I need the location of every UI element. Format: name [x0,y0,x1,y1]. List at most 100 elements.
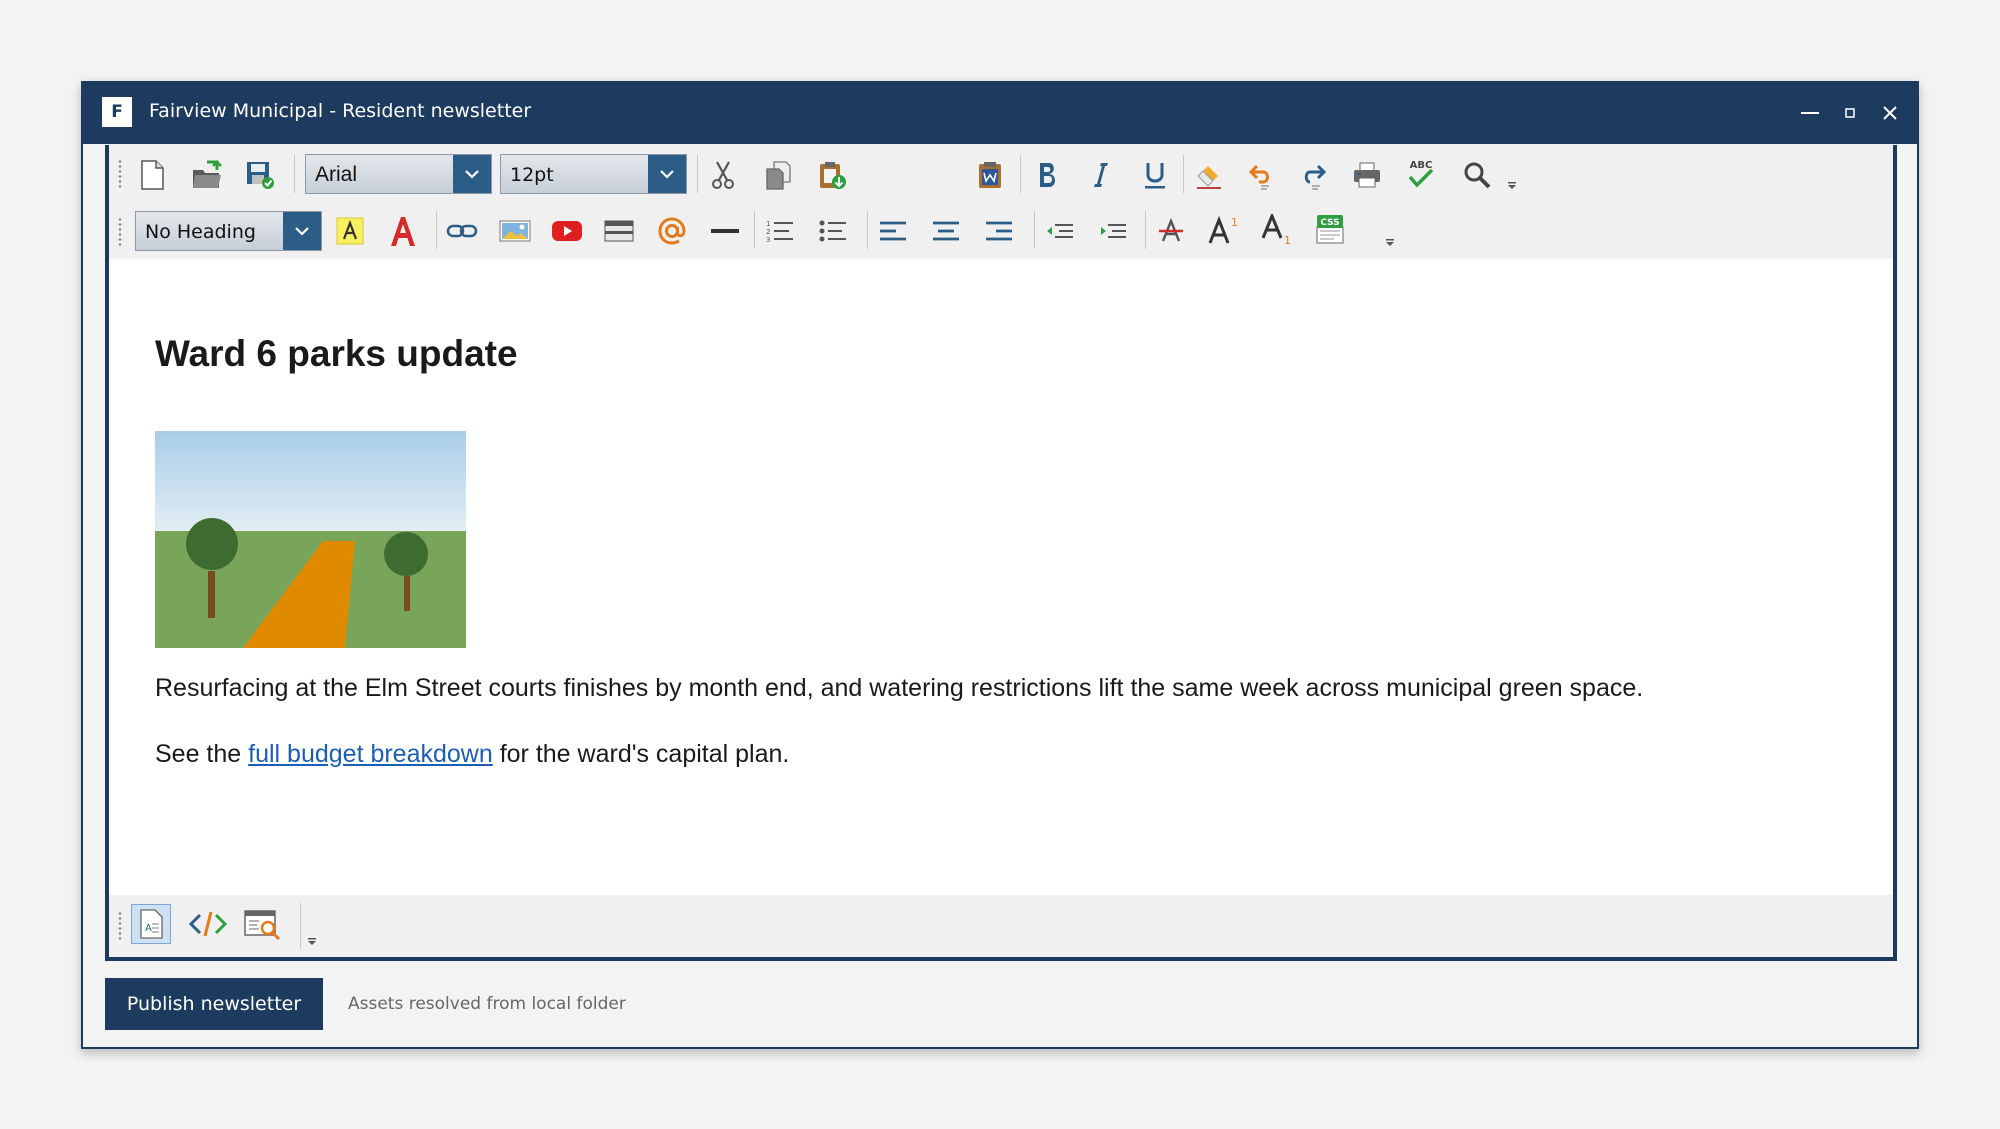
document-heading: Ward 6 parks update [155,333,518,374]
publish-newsletter-button[interactable]: Publish newsletter [105,978,323,1030]
edit-css-button[interactable]: CSS [1312,211,1348,249]
insert-image-button[interactable] [497,214,533,248]
app-window: F Fairview Municipal - Resident newslett… [81,81,1919,1049]
insert-table-button[interactable] [601,214,637,248]
word-document-icon [979,162,1001,188]
budget-breakdown-link[interactable]: full budget breakdown [248,740,493,768]
print-button[interactable] [1350,158,1384,192]
close-icon [1883,106,1897,120]
align-center-button[interactable] [928,214,964,248]
scissors-icon [712,161,734,189]
find-button[interactable] [1460,158,1494,192]
strikethrough-button[interactable] [1153,214,1189,248]
toolbar-overflow-button[interactable] [1507,181,1517,194]
toolbar-separator [294,155,295,193]
css-label: CSS [1320,218,1339,228]
underline-icon [1145,163,1165,189]
spell-check-icon: ABC [1408,160,1434,188]
heading-value: No Heading [145,221,256,243]
subscript-button[interactable]: 1 [1258,212,1298,248]
maximize-button[interactable] [1830,97,1870,129]
overflow-chevron-icon [1508,182,1516,189]
preview-button[interactable] [242,904,284,944]
ordered-list-button[interactable]: 123 [762,214,798,248]
outdent-button[interactable] [1042,214,1078,248]
insert-link-button[interactable] [443,214,481,248]
save-icon [247,162,274,189]
close-button[interactable] [1870,97,1910,129]
html-editor: Arial 12pt ABC No Heading 1 2 3 1 1 CSS … [105,145,1897,961]
link-icon [446,224,478,238]
superscript-button[interactable]: 1 [1205,212,1245,248]
toolbar-grip[interactable] [117,217,123,247]
spell-check-label: ABC [1410,160,1433,171]
toolbar-overflow-button[interactable] [1385,238,1395,251]
font-size-select[interactable]: 12pt [500,154,687,194]
toolbar-separator [1034,211,1035,249]
at-sign-icon [658,217,686,245]
insert-email-button[interactable] [654,212,690,250]
save-button[interactable] [243,158,277,192]
bold-button[interactable] [1029,158,1067,192]
view-mode-bar: A [109,895,1893,957]
clear-formatting-button[interactable] [1192,158,1226,192]
toolbar-grip[interactable] [117,911,123,941]
bullet-list-icon [819,220,846,242]
heading-dropdown-button[interactable] [283,212,321,250]
font-family-dropdown-button[interactable] [453,155,491,193]
minimize-icon [1801,112,1819,114]
toolbar-overflow-button[interactable] [307,937,317,950]
align-left-icon [880,221,906,241]
paste-from-word-button[interactable] [973,158,1007,192]
window-title: Fairview Municipal - Resident newsletter [149,100,532,122]
font-family-value: Arial [315,163,358,186]
font-size-dropdown-button[interactable] [648,155,686,193]
svg-text:A: A [145,923,152,934]
superscript-icon: 1 [1208,215,1238,244]
font-color-button[interactable] [385,212,421,250]
subscript-mark: 1 [1284,234,1291,246]
italic-icon [1094,163,1108,187]
horizontal-rule-button[interactable] [707,214,743,248]
undo-button[interactable] [1244,158,1278,192]
align-right-button[interactable] [981,214,1017,248]
chevron-down-icon [660,170,674,179]
preview-icon [244,910,281,940]
paste-button[interactable] [815,158,849,192]
highlight-color-button[interactable] [333,214,367,248]
cut-button[interactable] [706,158,740,192]
highlight-icon [336,217,364,245]
video-icon [552,221,582,241]
editor-content[interactable]: Ward 6 parks update Resurfacing at the E… [109,259,1893,889]
unordered-list-button[interactable] [815,214,851,248]
font-family-select[interactable]: Arial [305,154,492,194]
maximize-icon [1845,108,1855,118]
insert-video-button[interactable] [549,214,585,248]
underline-button[interactable] [1138,158,1172,192]
italic-button[interactable] [1084,158,1118,192]
chevron-down-icon [295,227,309,236]
minimize-button[interactable] [1790,97,1830,129]
svg-text:1: 1 [766,220,770,228]
design-view-button[interactable]: A [131,904,171,944]
open-button[interactable] [190,158,224,192]
subscript-icon: 1 [1261,214,1291,246]
spell-check-button[interactable]: ABC [1403,156,1439,192]
overflow-chevron-icon [308,938,316,945]
toolbar-separator [754,211,755,249]
indent-button[interactable] [1095,214,1131,248]
align-left-button[interactable] [875,214,911,248]
copy-button[interactable] [761,158,795,192]
outdent-icon [1047,224,1073,238]
main-toolbar: Arial 12pt ABC [109,145,1893,203]
document-paragraph: See the full budget breakdown for the wa… [155,740,789,769]
redo-button[interactable] [1297,158,1331,192]
new-document-button[interactable] [136,158,168,192]
image-icon [499,220,531,242]
paste-icon [820,162,846,189]
redo-icon [1304,164,1327,190]
heading-select[interactable]: No Heading [135,211,322,251]
toolbar-separator [436,211,437,249]
source-view-button[interactable] [187,904,229,944]
toolbar-grip[interactable] [117,159,123,189]
